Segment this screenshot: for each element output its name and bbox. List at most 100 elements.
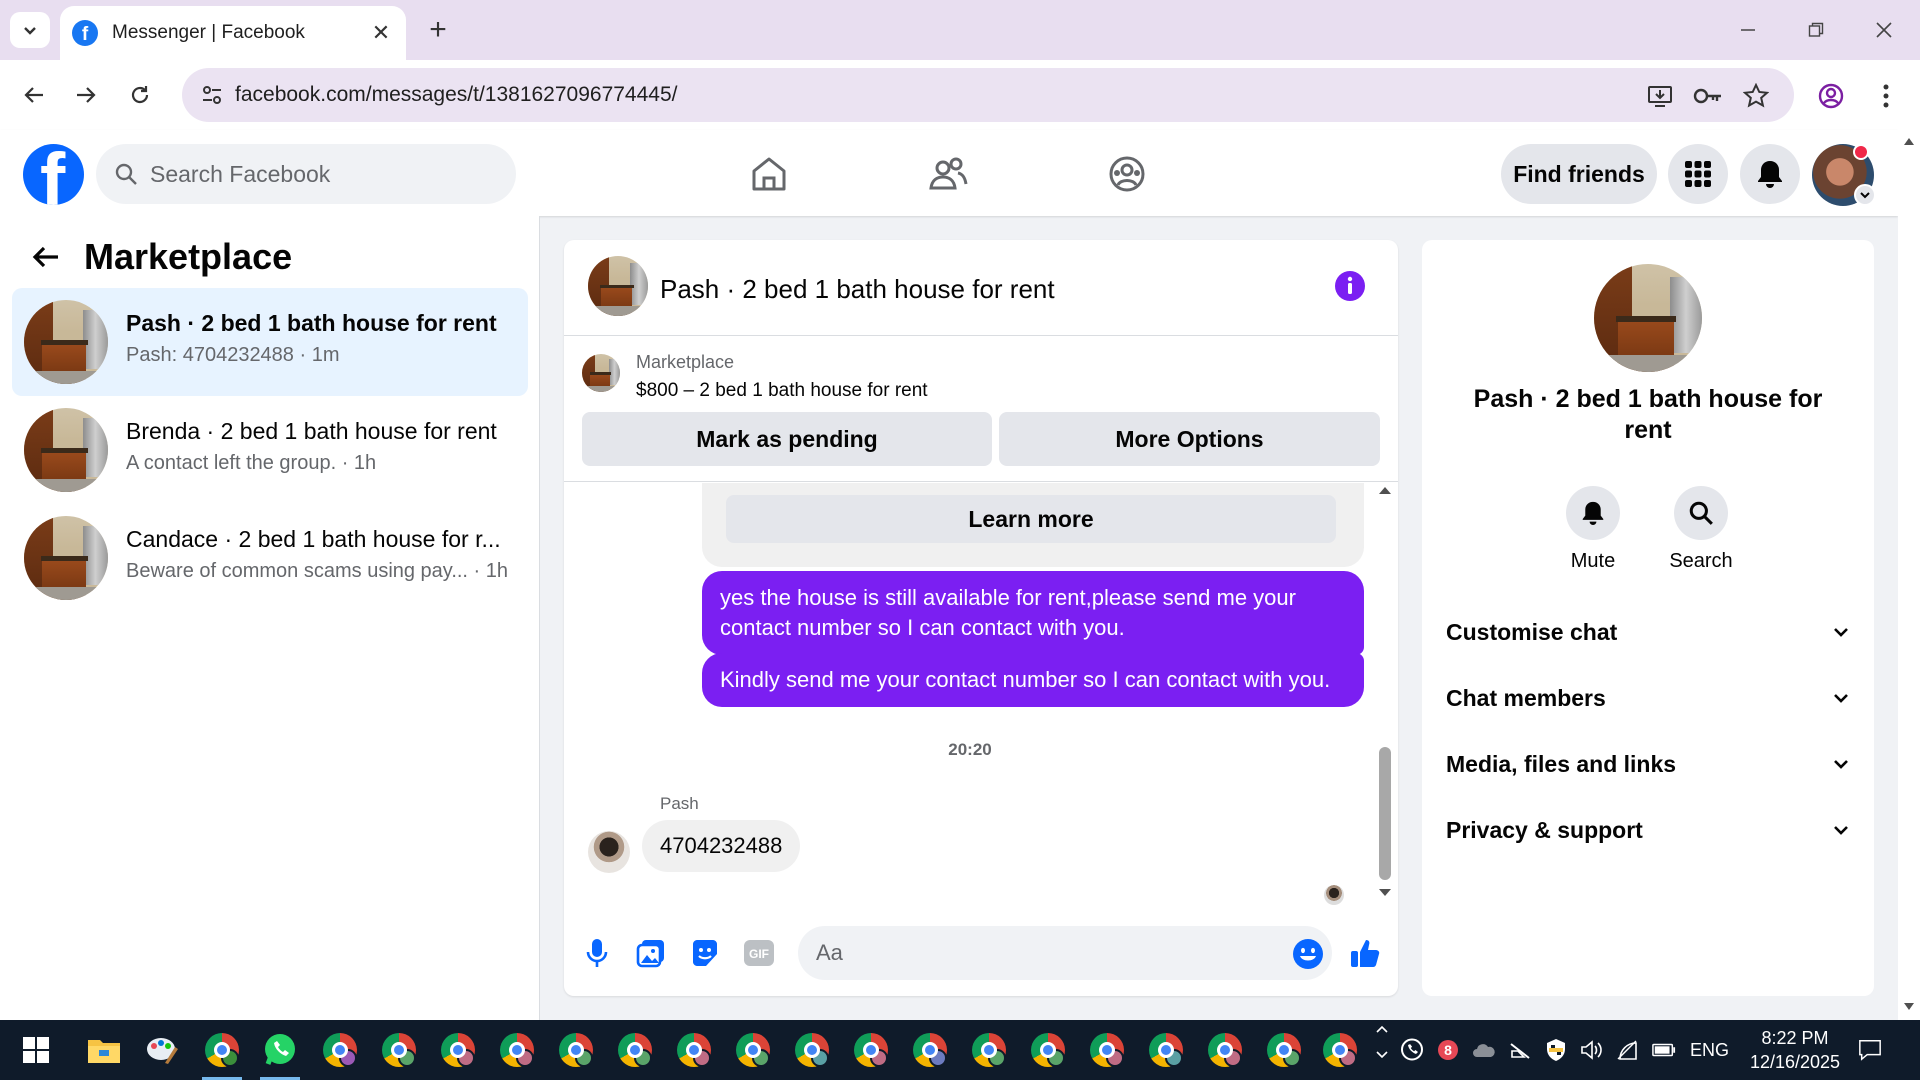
scroll-down-arrow-icon[interactable]: [1903, 1002, 1915, 1012]
chrome-taskbar-icon[interactable]: [1087, 1030, 1127, 1070]
chrome-taskbar-icon[interactable]: [320, 1030, 360, 1070]
account-chevron-icon[interactable]: [1854, 184, 1876, 206]
chrome-taskbar-icon[interactable]: [1264, 1030, 1304, 1070]
network-off-tray-icon[interactable]: [1508, 1038, 1532, 1062]
tab-close-icon[interactable]: ✕: [366, 18, 396, 48]
chrome-taskbar-icon[interactable]: [1028, 1030, 1068, 1070]
facebook-logo-icon[interactable]: f: [23, 144, 84, 205]
listing-price[interactable]: $800 – 2 bed 1 bath house for rent: [636, 380, 928, 402]
url-text[interactable]: facebook.com/messages/t/1381627096774445…: [235, 83, 678, 107]
security-tray-icon[interactable]: [1544, 1038, 1568, 1062]
message-input-box[interactable]: [798, 926, 1332, 980]
chrome-taskbar-icon[interactable]: [733, 1030, 773, 1070]
incoming-message[interactable]: 4704232488: [642, 820, 801, 872]
chat-scrollbar-thumb[interactable]: [1379, 747, 1391, 880]
back-arrow-icon[interactable]: [28, 239, 64, 275]
photo-icon[interactable]: [634, 936, 668, 970]
onedrive-tray-icon[interactable]: [1472, 1038, 1496, 1062]
more-options-button[interactable]: More Options: [999, 412, 1380, 466]
learn-more-button[interactable]: Learn more: [726, 495, 1336, 543]
conversation-item[interactable]: Brenda · 2 bed 1 bath house for rent A c…: [12, 396, 528, 504]
chrome-taskbar-icon[interactable]: [556, 1030, 596, 1070]
search-action[interactable]: Search: [1656, 486, 1746, 573]
forward-button[interactable]: [66, 75, 106, 115]
reload-button[interactable]: [120, 75, 160, 115]
conversation-item[interactable]: Pash · 2 bed 1 bath house for rent Pash:…: [12, 288, 528, 396]
start-button[interactable]: [16, 1030, 56, 1070]
notifications-button[interactable]: [1740, 144, 1800, 204]
volume-tray-icon[interactable]: [1580, 1038, 1604, 1062]
facebook-search[interactable]: [96, 144, 516, 204]
minimize-button[interactable]: [1724, 10, 1772, 50]
notification-center-icon[interactable]: [1858, 1038, 1882, 1062]
chrome-taskbar-icon[interactable]: [379, 1030, 419, 1070]
chat-title[interactable]: Pash · 2 bed 1 bath house for rent: [660, 274, 1055, 305]
nav-groups[interactable]: [1097, 146, 1157, 202]
bookmark-star-icon[interactable]: [1740, 80, 1772, 112]
page-scrollbar[interactable]: [1898, 130, 1920, 1020]
chrome-taskbar-icon[interactable]: [1320, 1030, 1360, 1070]
sender-avatar[interactable]: [588, 831, 630, 873]
microphone-icon[interactable]: [580, 936, 614, 970]
scroll-up-arrow-icon[interactable]: [1903, 136, 1915, 146]
chat-details-thumbnail[interactable]: [1594, 264, 1702, 372]
section-media-files-links[interactable]: Media, files and links: [1446, 739, 1850, 789]
message-input[interactable]: [816, 926, 1256, 980]
whatsapp-taskbar-icon[interactable]: [260, 1030, 300, 1070]
site-info-icon[interactable]: [198, 81, 226, 109]
gif-icon[interactable]: GIF: [742, 936, 776, 970]
whatsapp-tray-icon[interactable]: [1400, 1038, 1424, 1062]
wifi-tray-icon[interactable]: [1616, 1038, 1640, 1062]
install-app-icon[interactable]: [1644, 80, 1676, 112]
section-chat-members[interactable]: Chat members: [1446, 673, 1850, 723]
chrome-taskbar-icon[interactable]: [851, 1030, 891, 1070]
mark-as-pending-button[interactable]: Mark as pending: [582, 412, 992, 466]
search-input[interactable]: [150, 144, 500, 204]
file-explorer-icon[interactable]: [84, 1030, 124, 1070]
chrome-taskbar-icon[interactable]: [202, 1030, 242, 1070]
tab-search-button[interactable]: [10, 12, 50, 48]
app-tray-icon[interactable]: 8: [1436, 1038, 1460, 1062]
chrome-taskbar-icon[interactable]: [615, 1030, 655, 1070]
mute-button[interactable]: [1566, 486, 1620, 540]
section-customise-chat[interactable]: Customise chat: [1446, 607, 1850, 657]
mute-action[interactable]: Mute: [1548, 486, 1638, 573]
chrome-taskbar-icon[interactable]: [497, 1030, 537, 1070]
scroll-up-arrow-icon[interactable]: [1376, 485, 1394, 499]
sticker-icon[interactable]: [688, 936, 722, 970]
search-in-chat-button[interactable]: [1674, 486, 1728, 540]
language-indicator[interactable]: ENG: [1690, 1040, 1729, 1061]
new-tab-button[interactable]: +: [418, 12, 458, 48]
outgoing-message[interactable]: yes the house is still available for ren…: [702, 571, 1364, 655]
menu-button[interactable]: [1668, 144, 1728, 204]
password-key-icon[interactable]: [1692, 80, 1724, 112]
nav-home[interactable]: [739, 146, 799, 202]
chrome-profile-icon[interactable]: [1815, 80, 1847, 112]
close-window-button[interactable]: [1860, 10, 1908, 50]
section-privacy-support[interactable]: Privacy & support: [1446, 805, 1850, 855]
chrome-taskbar-icon[interactable]: [1205, 1030, 1245, 1070]
chrome-taskbar-icon[interactable]: [792, 1030, 832, 1070]
conversation-item[interactable]: Candace · 2 bed 1 bath house for r... Be…: [12, 504, 528, 612]
scroll-down-arrow-icon[interactable]: [1376, 888, 1394, 902]
back-button[interactable]: [14, 75, 54, 115]
find-friends-button[interactable]: Find friends: [1501, 144, 1657, 204]
thumbs-up-icon[interactable]: [1348, 936, 1382, 970]
chrome-taskbar-icon[interactable]: [910, 1030, 950, 1070]
clock[interactable]: 8:22 PM 12/16/2025: [1740, 1026, 1850, 1074]
address-bar[interactable]: facebook.com/messages/t/1381627096774445…: [182, 68, 1794, 122]
info-icon[interactable]: [1334, 270, 1366, 302]
browser-tab-messenger[interactable]: f Messenger | Facebook ✕: [60, 6, 406, 60]
emoji-icon[interactable]: [1292, 938, 1324, 970]
chrome-taskbar-icon[interactable]: [969, 1030, 1009, 1070]
battery-tray-icon[interactable]: [1652, 1038, 1676, 1062]
chrome-taskbar-icon[interactable]: [438, 1030, 478, 1070]
nav-friends[interactable]: [918, 146, 978, 202]
show-hidden-icons-button[interactable]: [1370, 1025, 1394, 1059]
chat-thumbnail[interactable]: [588, 256, 648, 316]
chrome-menu-icon[interactable]: [1870, 80, 1902, 112]
paint-app-icon[interactable]: [142, 1030, 182, 1070]
outgoing-message[interactable]: Kindly send me your contact number so I …: [702, 653, 1364, 707]
chrome-taskbar-icon[interactable]: [1146, 1030, 1186, 1070]
restore-button[interactable]: [1792, 10, 1840, 50]
